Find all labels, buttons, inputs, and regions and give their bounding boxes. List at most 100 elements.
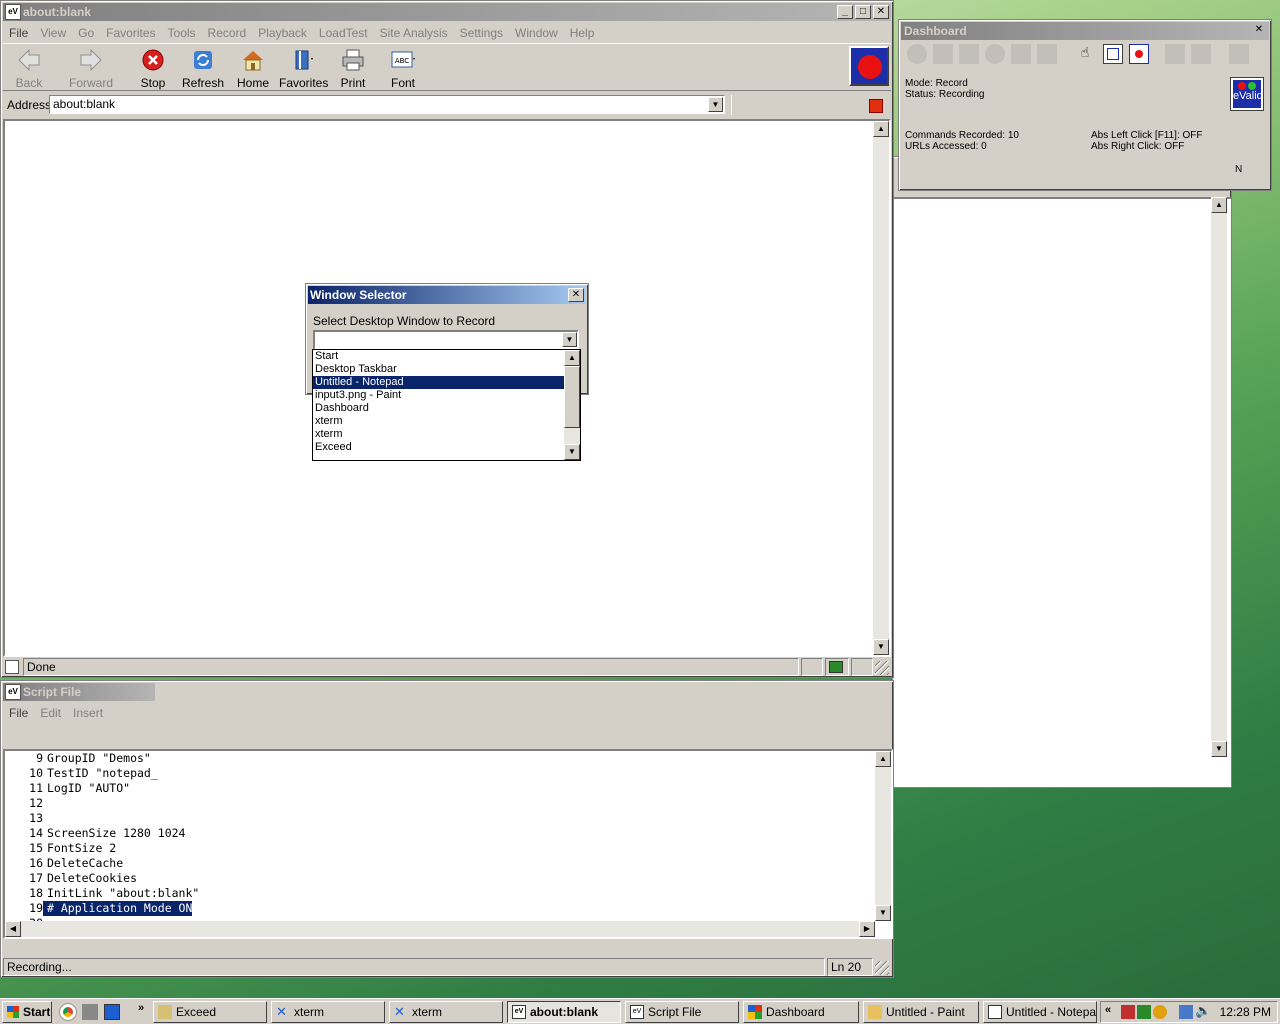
task-xterm-1[interactable]: ✕ xterm	[271, 1001, 385, 1023]
task-about-blank[interactable]: eV about:blank	[507, 1001, 621, 1023]
volume-icon[interactable]: 🔈	[1195, 1003, 1211, 1019]
toolbar-grip	[731, 95, 861, 115]
scroll-down-icon[interactable]: ▼	[873, 639, 889, 655]
tray-app-icon[interactable]	[1137, 1005, 1151, 1019]
script-file-window: eV Script File File Edit Insert 9 GroupID…	[0, 680, 894, 978]
back-button[interactable]: Back	[5, 46, 53, 90]
window-select-combo[interactable]: ▼	[313, 330, 579, 350]
close-icon[interactable]: ✕	[568, 288, 584, 302]
chrome-icon[interactable]	[59, 1003, 77, 1021]
tray-app-icon[interactable]	[1121, 1005, 1135, 1019]
script-vscroll[interactable]: ▲ ▼	[875, 751, 891, 921]
list-item[interactable]: Desktop Taskbar	[313, 363, 580, 376]
list-item-selected[interactable]: Untitled - Notepad	[313, 376, 580, 389]
task-xterm-2[interactable]: ✕ xterm	[389, 1001, 503, 1023]
tray-app-icon[interactable]	[1153, 1005, 1167, 1019]
chevron-down-icon[interactable]: ▼	[708, 97, 723, 112]
scroll-up-icon[interactable]: ▲	[875, 751, 891, 767]
menu-playback[interactable]: Playback	[252, 26, 313, 40]
script-menu-edit[interactable]: Edit	[34, 706, 67, 720]
maximize-icon[interactable]: □	[855, 5, 871, 19]
record-window-icon[interactable]	[1129, 44, 1149, 64]
window-dropdown-list[interactable]: Start Desktop Taskbar Untitled - Notepad…	[312, 349, 581, 461]
scroll-down-icon[interactable]: ▼	[564, 444, 580, 460]
menu-view[interactable]: View	[34, 26, 72, 40]
list-item[interactable]: Exceed	[313, 441, 580, 454]
list-item[interactable]: Start	[313, 350, 580, 363]
hand-cursor-icon[interactable]: ☝	[1075, 44, 1095, 64]
menu-settings[interactable]: Settings	[454, 26, 509, 40]
forward-button[interactable]: Forward	[67, 46, 115, 90]
refresh-button[interactable]: Refresh	[179, 46, 227, 90]
dash-tool-icon[interactable]	[907, 44, 927, 64]
menu-go[interactable]: Go	[72, 26, 100, 40]
record-indicator-icon[interactable]	[849, 46, 889, 86]
start-button[interactable]: Start	[2, 1001, 52, 1023]
close-icon[interactable]: ✕	[1251, 24, 1267, 38]
dash-tool-icon[interactable]	[1191, 44, 1211, 64]
menu-loadtest[interactable]: LoadTest	[313, 26, 374, 40]
menu-tools[interactable]: Tools	[162, 26, 202, 40]
menu-window[interactable]: Window	[509, 26, 564, 40]
dash-tool-icon[interactable]	[1011, 44, 1031, 64]
menu-record[interactable]: Record	[202, 26, 253, 40]
task-dashboard[interactable]: Dashboard	[743, 1001, 859, 1023]
scroll-up-icon[interactable]: ▲	[873, 121, 889, 137]
list-item[interactable]: input3.png - Paint	[313, 389, 580, 402]
dash-tool-icon[interactable]	[1037, 44, 1057, 64]
menu-favorites[interactable]: Favorites	[100, 26, 161, 40]
dash-tool-icon[interactable]	[959, 44, 979, 64]
task-label: xterm	[294, 1005, 324, 1019]
menu-help[interactable]: Help	[564, 26, 601, 40]
script-editor[interactable]: 9 GroupID "Demos" 10 TestID "notepad_ 11 Lo…	[3, 749, 893, 939]
task-script-file[interactable]: eV Script File	[625, 1001, 739, 1023]
browser-title-bar: eV about:blank	[3, 3, 891, 21]
favorites-button[interactable]: Favorites	[279, 46, 328, 90]
script-menu-insert[interactable]: Insert	[67, 706, 109, 720]
scroll-left-icon[interactable]: ◀	[5, 921, 21, 937]
minimize-icon[interactable]: _	[837, 5, 853, 19]
scroll-down-icon[interactable]: ▼	[1211, 741, 1227, 757]
list-item[interactable]: Dashboard	[313, 402, 580, 415]
task-untitled-paint[interactable]: Untitled - Paint	[863, 1001, 979, 1023]
stop-record-icon[interactable]	[869, 99, 883, 113]
tray-chevron[interactable]: «	[1105, 1004, 1111, 1016]
dash-tool-icon[interactable]	[1229, 44, 1249, 64]
browser-vscroll[interactable]: ▲ ▼	[873, 121, 889, 655]
font-button[interactable]: ABC Font	[379, 46, 427, 90]
stop-button[interactable]: Stop	[129, 46, 177, 90]
home-button[interactable]: Home	[229, 46, 277, 90]
list-vscroll[interactable]: ▲ ▼	[564, 350, 580, 460]
evalid-quicklaunch-icon[interactable]	[104, 1004, 120, 1020]
quicklaunch-chevron[interactable]: »	[138, 1002, 144, 1014]
menu-site-analysis[interactable]: Site Analysis	[374, 26, 454, 40]
resize-grip-icon[interactable]	[875, 961, 889, 975]
window-capture-icon[interactable]	[1103, 44, 1123, 64]
close-icon[interactable]: ✕	[873, 5, 889, 19]
dash-tool-icon[interactable]	[985, 44, 1005, 64]
list-item[interactable]: xterm	[313, 415, 580, 428]
logo-text: eValid	[1233, 90, 1263, 102]
background-window-vscroll[interactable]: ▲ ▼	[1211, 197, 1227, 757]
mode-text: Mode: Record	[905, 78, 968, 89]
task-exceed[interactable]: Exceed	[153, 1001, 267, 1023]
address-input[interactable]: about:blank ▼	[49, 95, 725, 114]
dash-tool-icon[interactable]	[933, 44, 953, 64]
print-button[interactable]: Print	[329, 46, 377, 90]
list-item[interactable]: xterm	[313, 428, 580, 441]
scroll-down-icon[interactable]: ▼	[875, 905, 891, 921]
task-untitled-notepad[interactable]: Untitled - Notepad	[983, 1001, 1097, 1023]
scroll-up-icon[interactable]: ▲	[564, 350, 580, 366]
browser-caption-buttons: _ □ ✕	[837, 5, 889, 19]
chevron-down-icon[interactable]: ▼	[562, 332, 577, 347]
scroll-right-icon[interactable]: ▶	[859, 921, 875, 937]
dash-tool-icon[interactable]	[1165, 44, 1185, 64]
network-tray-icon[interactable]	[1179, 1005, 1193, 1019]
menu-file[interactable]: File	[3, 26, 34, 40]
scroll-up-icon[interactable]: ▲	[1211, 197, 1227, 213]
script-hscroll[interactable]: ◀ ▶	[5, 921, 875, 937]
script-menu-file[interactable]: File	[3, 706, 34, 720]
network-icon[interactable]	[82, 1004, 98, 1020]
resize-grip-icon[interactable]	[875, 661, 889, 675]
scroll-thumb[interactable]	[564, 366, 580, 428]
